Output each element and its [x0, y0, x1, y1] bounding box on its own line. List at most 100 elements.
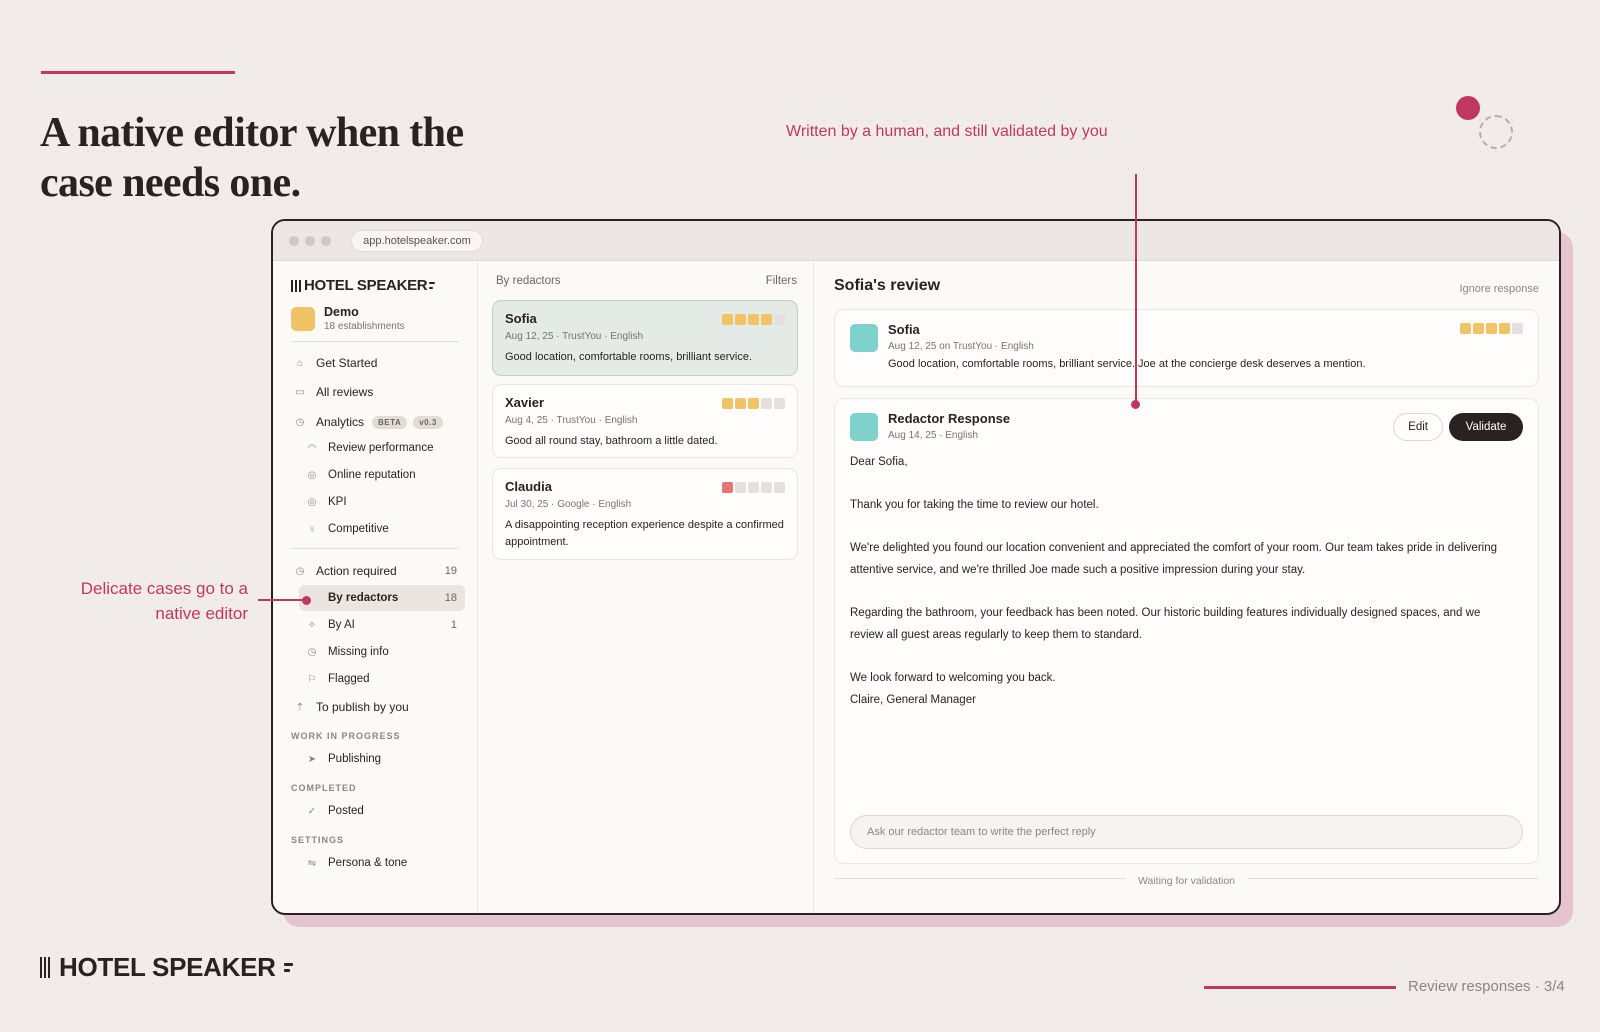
sidebar-item-count: 1: [450, 619, 457, 631]
sidebar-logo[interactable]: HOTEL SPEAKER: [291, 277, 436, 294]
review-card[interactable]: Xavier Aug 4, 25 · TrustYou · English Go…: [492, 384, 798, 458]
list-heading: By redactors: [496, 275, 561, 287]
sidebar-item-online-reputation[interactable]: ◎ Online reputation: [299, 462, 465, 488]
section-work-in-progress: WORK IN PROGRESS: [291, 731, 401, 741]
reviewer-avatar: [850, 324, 878, 352]
top-accent-rule: [41, 71, 235, 74]
trophy-icon: ♀: [308, 523, 316, 535]
rating-stars: [722, 482, 785, 493]
logo-bars-mark: [40, 956, 50, 978]
window-close-dot[interactable]: [289, 236, 299, 246]
annotation-left-dot: [302, 596, 311, 605]
workspace-name: Demo: [324, 305, 359, 319]
logo-dash-mark: [283, 962, 293, 972]
review-detail-panel: Sofia's review Ignore response Sofia Aug…: [814, 261, 1559, 913]
sidebar-item-label: Missing info: [328, 646, 389, 658]
sidebar-item-publishing[interactable]: ➤ Publishing: [299, 746, 465, 772]
sidebar-item-all-reviews[interactable]: ▭ All reviews: [285, 379, 465, 405]
letter-paragraph: Thank you for taking the time to review …: [850, 499, 1099, 511]
logo-dash-mark: [429, 282, 436, 289]
sidebar-item-missing-info[interactable]: ◷ Missing info: [299, 639, 465, 665]
review-meta: Aug 12, 25 · TrustYou · English: [505, 331, 644, 342]
sidebar-item-flagged[interactable]: ⚐ Flagged: [299, 666, 465, 692]
sidebar-item-label: Posted: [328, 805, 364, 817]
sidebar-item-action-required[interactable]: ◷ Action required 19: [285, 558, 465, 584]
footer-accent-rule: [1204, 986, 1396, 989]
upload-icon: ⇡: [295, 701, 305, 713]
review-text: Good location, comfortable rooms, brilli…: [888, 358, 1366, 370]
sidebar-item-kpi[interactable]: ◎ KPI: [299, 489, 465, 515]
home-icon: ⌂: [296, 357, 304, 369]
redactor-response-card: Redactor Response Aug 14, 25 · English E…: [834, 398, 1539, 864]
sidebar-item-review-performance[interactable]: ◠ Review performance: [299, 435, 465, 461]
review-card[interactable]: Claudia Jul 30, 25 · Google · English A …: [492, 468, 798, 560]
send-icon: ➤: [307, 753, 317, 765]
filters-button[interactable]: Filters: [766, 275, 797, 287]
rating-stars: [1460, 323, 1523, 334]
rating-stars: [722, 398, 785, 409]
review-list-panel: By redactors Filters Sofia Aug 12, 25 · …: [478, 261, 814, 913]
reviewer-name: Sofia: [888, 322, 920, 337]
sidebar-item-label: By redactors: [328, 592, 399, 604]
section-settings: SETTINGS: [291, 835, 345, 845]
sidebar-item-label: KPI: [328, 496, 347, 508]
ignore-response-link[interactable]: Ignore response: [1460, 283, 1540, 295]
annotation-top-dot: [1131, 400, 1140, 409]
headline: A native editor when the case needs one.: [40, 110, 464, 206]
letter-greeting: Dear Sofia,: [850, 456, 908, 468]
sidebar-item-get-started[interactable]: ⌂ Get Started: [285, 350, 465, 376]
sidebar-item-competitive[interactable]: ♀ Competitive: [299, 516, 465, 542]
ask-redactor-input[interactable]: Ask our redactor team to write the perfe…: [850, 815, 1523, 849]
annotation-left-connector: [258, 599, 308, 601]
review-excerpt: A disappointing reception experience des…: [505, 519, 784, 548]
url-bar[interactable]: app.hotelspeaker.com: [351, 230, 483, 252]
decorative-dashed-ring: [1479, 115, 1513, 149]
version-badge: v0.3: [413, 415, 443, 429]
browser-window: app.hotelspeaker.com HOTEL SPEAKER Demo …: [271, 219, 1561, 915]
clock-icon: ◷: [295, 565, 305, 577]
logo-text: HOTEL SPEAKER: [304, 277, 428, 294]
review-excerpt: Good location, comfortable rooms, brilli…: [505, 351, 752, 363]
sidebar-divider: [291, 341, 459, 342]
rating-stars: [722, 314, 785, 325]
workspace-avatar: [291, 306, 315, 331]
sidebar-item-count: 18: [444, 592, 457, 604]
response-editor[interactable]: Dear Sofia, Thank you for taking the tim…: [850, 451, 1500, 711]
letter-paragraph: We're delighted you found our location c…: [850, 542, 1497, 576]
sidebar-item-posted[interactable]: ✓ Posted: [299, 798, 465, 824]
sidebar-divider: [291, 548, 459, 549]
window-maximize-dot[interactable]: [321, 236, 331, 246]
workspace-switcher[interactable]: Demo 18 establishments: [291, 305, 405, 332]
sidebar-item-by-ai[interactable]: ✧ By AI 1: [299, 612, 465, 638]
sidebar-item-persona-tone[interactable]: ⇋ Persona & tone: [299, 850, 465, 876]
response-meta: Aug 14, 25 · English: [888, 430, 979, 441]
letter-paragraph: Regarding the bathroom, your feedback ha…: [850, 607, 1481, 641]
sidebar-item-analytics[interactable]: ◷ Analytics BETA v0.3: [285, 409, 465, 435]
sidebar-item-label: Get Started: [316, 356, 378, 370]
gauge-icon: ◠: [307, 442, 317, 454]
sidebar: HOTEL SPEAKER Demo 18 establishments ⌂ G…: [273, 261, 478, 913]
sliders-icon: ⇋: [307, 857, 317, 869]
sidebar-item-to-publish[interactable]: ⇡ To publish by you: [285, 694, 465, 720]
beta-badge: BETA: [372, 415, 408, 429]
review-meta: Aug 12, 25 on TrustYou · English: [888, 341, 1034, 352]
letter-signature: Claire, General Manager: [850, 694, 976, 706]
sidebar-item-label: Action required: [316, 564, 397, 578]
workspace-subtitle: 18 establishments: [324, 321, 405, 332]
sidebar-item-label: Online reputation: [328, 469, 416, 481]
letter-closing: We look forward to welcoming you back.: [850, 672, 1056, 684]
clock-icon: ◷: [307, 646, 317, 658]
clock-icon: ◷: [295, 416, 305, 428]
sidebar-item-label: Review performance: [328, 442, 434, 454]
section-completed: COMPLETED: [291, 783, 357, 793]
sidebar-item-by-redactors[interactable]: By redactors 18: [299, 585, 465, 611]
decorative-dot: [1456, 96, 1480, 120]
sidebar-item-label: Flagged: [328, 673, 370, 685]
sidebar-item-label: Competitive: [328, 523, 389, 535]
review-card-selected[interactable]: Sofia Aug 12, 25 · TrustYou · English Go…: [492, 300, 798, 376]
response-title: Redactor Response: [888, 411, 1011, 426]
edit-button[interactable]: Edit: [1393, 413, 1443, 441]
validate-button[interactable]: Validate: [1449, 413, 1523, 441]
sidebar-item-label: Analytics: [316, 415, 365, 429]
window-minimize-dot[interactable]: [305, 236, 315, 246]
